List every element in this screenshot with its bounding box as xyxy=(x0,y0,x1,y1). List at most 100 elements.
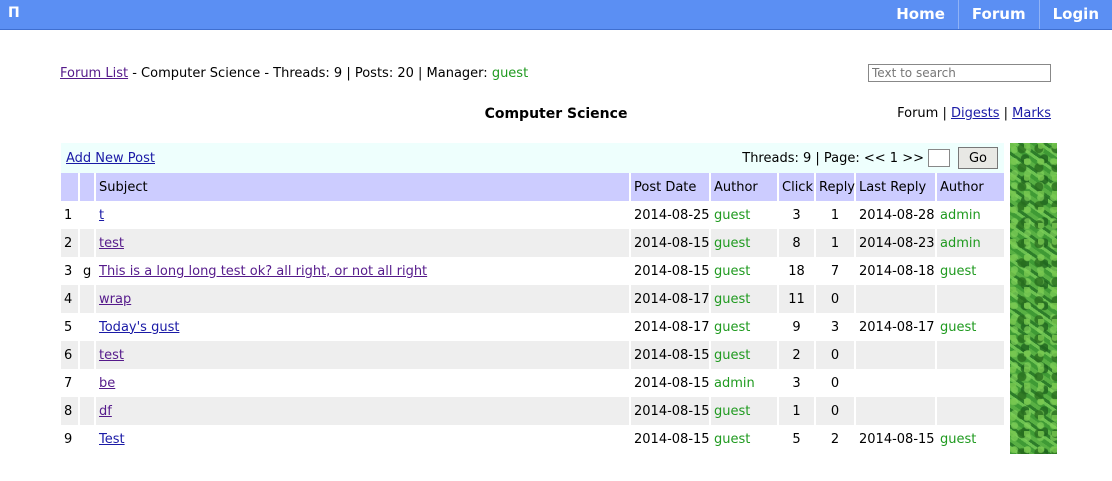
search-input[interactable] xyxy=(868,64,1051,82)
row-flag xyxy=(78,313,95,341)
forum-list-link[interactable]: Forum List xyxy=(60,66,128,81)
reply-count: 3 xyxy=(814,313,855,341)
post-date: 2014-08-17 xyxy=(629,285,710,313)
thread-subject-link[interactable]: wrap xyxy=(99,292,131,307)
last-reply-author[interactable] xyxy=(935,285,1004,313)
breadcrumb-separator: - xyxy=(128,66,142,81)
post-author[interactable]: guest xyxy=(709,257,778,285)
last-reply-author[interactable]: admin xyxy=(935,229,1004,257)
row-number: 4 xyxy=(61,285,79,313)
last-reply-author[interactable]: admin xyxy=(935,201,1004,229)
post-author[interactable]: guest xyxy=(709,425,778,453)
click-count: 3 xyxy=(777,369,815,397)
thread-subject-link[interactable]: t xyxy=(99,208,104,223)
row-flag xyxy=(78,229,95,257)
row-flag xyxy=(78,201,95,229)
thread-subject-link[interactable]: Today's gust xyxy=(99,320,179,335)
last-reply-author[interactable] xyxy=(935,341,1004,369)
manager-name[interactable]: guest xyxy=(492,66,528,81)
row-number: 2 xyxy=(61,229,79,257)
row-flag: g xyxy=(78,257,95,285)
col-author-header: Author xyxy=(709,173,778,201)
last-reply-author[interactable]: guest xyxy=(935,425,1004,453)
table-row: 1 t 2014-08-25 guest 3 1 2014-08-28 admi… xyxy=(61,201,1004,229)
col-reply-header: Reply xyxy=(814,173,855,201)
last-reply-date: 2014-08-18 xyxy=(854,257,936,285)
nav-login[interactable]: Login xyxy=(1038,0,1112,29)
thread-subject-link[interactable]: This is a long long test ok? all right, … xyxy=(99,264,427,279)
view-separator: | xyxy=(999,106,1013,121)
view-marks-link[interactable]: Marks xyxy=(1012,106,1051,121)
post-author[interactable]: guest xyxy=(709,313,778,341)
thread-subject-link[interactable]: test xyxy=(99,348,124,363)
post-author[interactable]: guest xyxy=(709,341,778,369)
reply-count: 0 xyxy=(814,285,855,313)
nav-forum[interactable]: Forum xyxy=(957,0,1039,29)
post-date: 2014-08-25 xyxy=(629,201,710,229)
row-number: 6 xyxy=(61,341,79,369)
table-header-row: Subject Post Date Author Click Reply Las… xyxy=(61,173,1004,201)
site-logo[interactable]: П xyxy=(8,5,20,21)
table-row: 3 g This is a long long test ok? all rig… xyxy=(61,257,1004,285)
col-last-author-header: Author xyxy=(935,173,1004,201)
post-author[interactable]: guest xyxy=(709,285,778,313)
row-flag xyxy=(78,341,95,369)
page-number-input[interactable] xyxy=(928,149,950,167)
leaf-banner-image xyxy=(1010,143,1057,454)
view-digests-link[interactable]: Digests xyxy=(951,106,1000,121)
pager: Threads: 9 | Page: << 1 >> Go xyxy=(742,147,998,169)
post-author[interactable]: admin xyxy=(709,369,778,397)
click-count: 9 xyxy=(777,313,815,341)
nav-home[interactable]: Home xyxy=(883,0,958,29)
click-count: 1 xyxy=(777,397,815,425)
last-reply-date xyxy=(854,285,936,313)
table-row: 7 be 2014-08-15 admin 3 0 xyxy=(61,369,1004,397)
thread-subject-link[interactable]: test xyxy=(99,236,124,251)
post-date: 2014-08-15 xyxy=(629,229,710,257)
row-flag xyxy=(78,369,95,397)
last-reply-author[interactable] xyxy=(935,369,1004,397)
table-row: 2 test 2014-08-15 guest 8 1 2014-08-23 a… xyxy=(61,229,1004,257)
post-date: 2014-08-15 xyxy=(629,397,710,425)
post-date: 2014-08-17 xyxy=(629,313,710,341)
view-links: Forum | Digests | Marks xyxy=(897,106,1051,121)
click-count: 3 xyxy=(777,201,815,229)
row-number: 5 xyxy=(64,319,73,335)
click-count: 11 xyxy=(777,285,815,313)
thread-table: Subject Post Date Author Click Reply Las… xyxy=(61,173,1004,453)
breadcrumb-bar: | xyxy=(413,66,427,81)
last-reply-date: 2014-08-15 xyxy=(854,425,936,453)
pager-info: Threads: 9 | Page: << 1 >> xyxy=(742,150,924,166)
col-click-header: Click xyxy=(777,173,815,201)
last-reply-date: 2014-08-28 xyxy=(854,201,936,229)
col-number-header xyxy=(61,173,79,201)
row-number: 1 xyxy=(64,207,73,223)
last-reply-date: 2014-08-17 xyxy=(854,313,936,341)
table-row: 4 wrap 2014-08-17 guest 11 0 xyxy=(61,285,1004,313)
breadcrumb-separator: - xyxy=(260,66,274,81)
post-date: 2014-08-15 xyxy=(629,341,710,369)
posts-count: Posts: 20 xyxy=(354,66,414,81)
add-new-post-link[interactable]: Add New Post xyxy=(66,151,155,166)
col-last-reply-header: Last Reply xyxy=(854,173,936,201)
breadcrumb-board: Computer Science xyxy=(141,66,261,81)
breadcrumb-bar: | xyxy=(342,66,355,81)
col-subject-header: Subject xyxy=(94,173,630,201)
last-reply-author[interactable]: guest xyxy=(935,257,1004,285)
thread-subject-link[interactable]: df xyxy=(99,404,112,419)
last-reply-author[interactable]: guest xyxy=(935,313,1004,341)
col-flag-header xyxy=(78,173,95,201)
thread-subject-link[interactable]: Test xyxy=(99,432,125,447)
thread-subject-link[interactable]: be xyxy=(99,376,115,391)
row-flag xyxy=(78,397,95,425)
post-date: 2014-08-15 xyxy=(629,425,710,453)
post-date: 2014-08-15 xyxy=(629,369,710,397)
go-button[interactable]: Go xyxy=(958,147,998,169)
post-author[interactable]: guest xyxy=(709,397,778,425)
col-post-date-header: Post Date xyxy=(629,173,710,201)
post-author[interactable]: guest xyxy=(709,201,778,229)
reply-count: 2 xyxy=(814,425,855,453)
last-reply-author[interactable] xyxy=(935,397,1004,425)
reply-count: 1 xyxy=(814,201,855,229)
post-author[interactable]: guest xyxy=(709,229,778,257)
